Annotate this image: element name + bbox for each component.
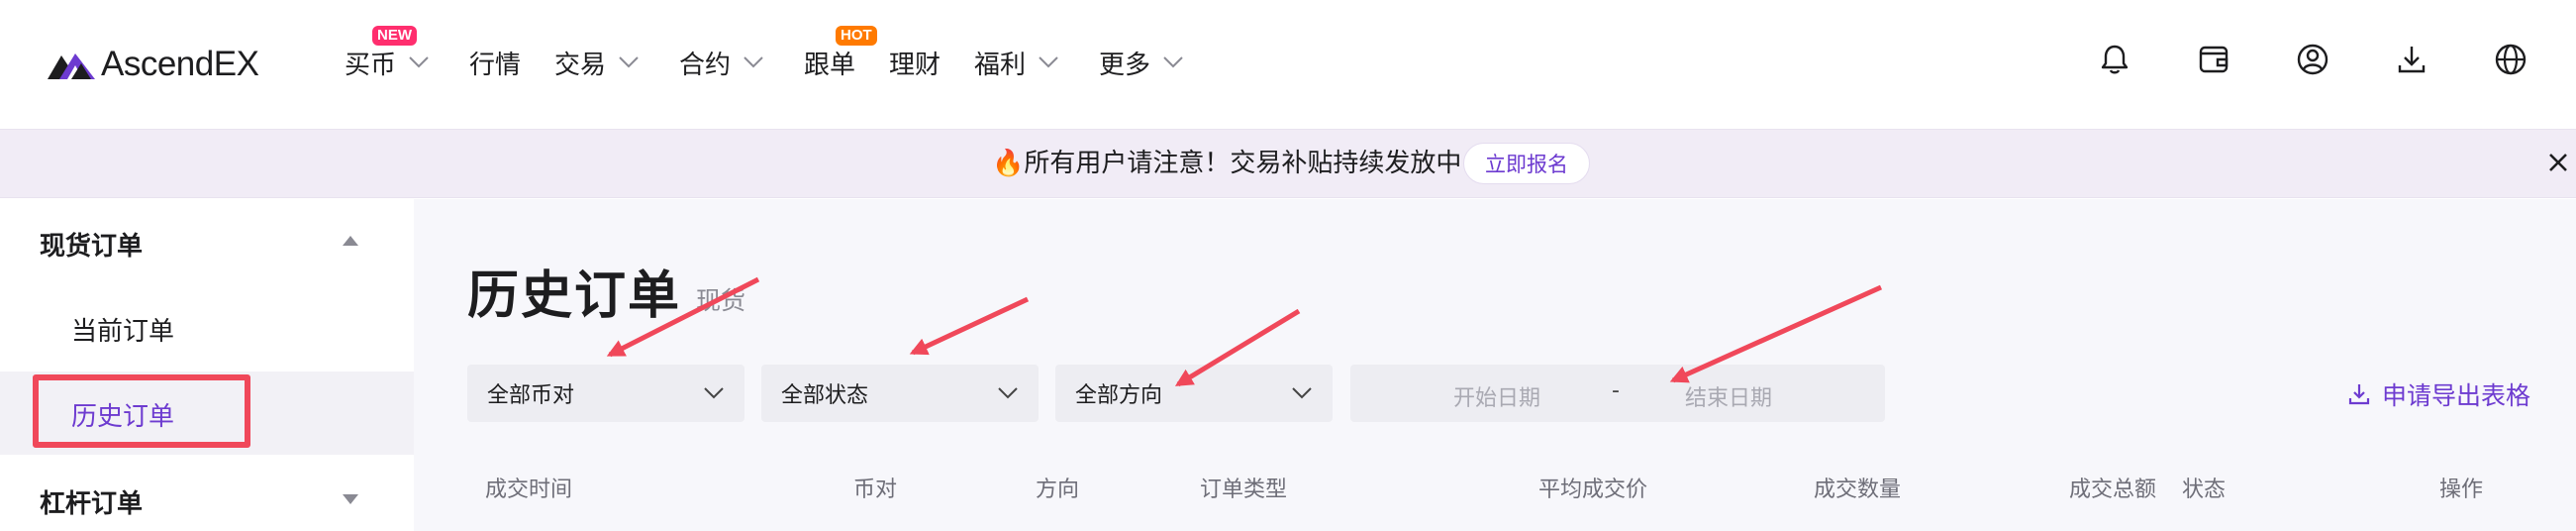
caret-down-icon[interactable]: [341, 492, 360, 506]
new-badge: NEW: [372, 26, 417, 46]
filter-value: 全部币对: [487, 383, 575, 408]
nav-buy-crypto[interactable]: 买币: [345, 43, 430, 82]
status-filter-select[interactable]: 全部状态: [761, 365, 1039, 422]
banner-text: 🔥所有用户请注意！交易补贴持续发放中: [992, 149, 1462, 178]
pair-filter-select[interactable]: 全部币对: [467, 365, 744, 422]
direction-filter-select[interactable]: 全部方向: [1055, 365, 1333, 422]
chevron-down-icon: [619, 56, 639, 68]
nav-copy-trading[interactable]: 跟单: [804, 43, 855, 82]
bell-icon: [2101, 45, 2129, 74]
export-table-link[interactable]: 申请导出表格: [2346, 376, 2530, 412]
wallet-icon: [2199, 46, 2229, 73]
sidebar-group-spot-orders[interactable]: 现货订单: [40, 226, 143, 263]
download-icon: [2398, 47, 2426, 73]
sign-up-now-button[interactable]: 立即报名: [1463, 143, 1590, 184]
col-header-actions: 操作: [2439, 478, 2484, 502]
nav-earn[interactable]: 理财: [889, 43, 941, 82]
col-header-order-type: 订单类型: [1200, 478, 1288, 502]
ascendex-logo[interactable]: AscendEX: [46, 40, 259, 89]
close-icon[interactable]: [2542, 147, 2574, 178]
col-header-trade-time: 成交时间: [485, 478, 573, 502]
nav-item-label: 跟单: [804, 50, 856, 80]
annotation-highlight-box: [33, 374, 250, 448]
nav-item-label: 行情: [469, 50, 522, 80]
announcement-banner: 🔥所有用户请注意！交易补贴持续发放中: [0, 129, 2576, 198]
col-header-filled-qty: 成交数量: [1814, 478, 1902, 502]
date-separator: -: [1612, 378, 1620, 403]
col-header-side: 方向: [1036, 478, 1080, 502]
chevron-down-icon: [1163, 56, 1183, 68]
start-date-input[interactable]: 开始日期: [1453, 380, 1540, 412]
download-icon: [2348, 384, 2370, 405]
caret-up-icon[interactable]: [341, 234, 360, 248]
notifications-button[interactable]: [2095, 40, 2134, 79]
language-button[interactable]: [2491, 40, 2530, 79]
globe-icon: [2495, 44, 2526, 75]
brand-name: AscendEX: [101, 45, 259, 83]
col-header-status: 状态: [2182, 478, 2227, 502]
nav-more[interactable]: 更多: [1099, 43, 1184, 82]
nav-rewards[interactable]: 福利: [974, 43, 1059, 82]
nav-item-label: 买币: [345, 50, 397, 80]
col-header-avg-price: 平均成交价: [1538, 478, 1648, 502]
sidebar-item-open-orders[interactable]: 当前订单: [71, 311, 174, 348]
col-header-pair: 币对: [853, 478, 898, 502]
wallet-button[interactable]: [2194, 40, 2233, 79]
chevron-down-icon: [998, 387, 1018, 399]
chevron-down-icon: [1039, 56, 1058, 68]
col-header-total: 成交总额: [2069, 478, 2157, 502]
page-subtitle: 现货: [696, 286, 746, 315]
filter-value: 全部状态: [781, 383, 869, 408]
nav-futures[interactable]: 合约: [679, 43, 764, 82]
nav-item-label: 更多: [1099, 50, 1151, 80]
chevron-down-icon: [743, 56, 763, 68]
top-navbar: AscendEX 买币 NEW 行情 交易 合约 跟单 HOT 理财 福利 更多: [0, 0, 2576, 129]
export-label: 申请导出表格: [2382, 381, 2531, 410]
user-icon: [2297, 44, 2328, 75]
page-title: 历史订单: [467, 266, 682, 326]
nav-item-label: 合约: [679, 50, 732, 80]
chevron-down-icon: [704, 387, 724, 399]
download-app-button[interactable]: [2392, 40, 2431, 79]
logo-mark-icon: [48, 53, 95, 79]
nav-trade[interactable]: 交易: [554, 43, 640, 82]
chevron-down-icon: [1292, 387, 1312, 399]
hot-badge: HOT: [836, 26, 877, 46]
sidebar-group-margin-orders[interactable]: 杠杆订单: [40, 483, 143, 520]
chevron-down-icon: [409, 56, 429, 68]
date-range-picker[interactable]: 开始日期 - 结束日期: [1350, 365, 1885, 422]
account-button[interactable]: [2293, 40, 2332, 79]
nav-markets[interactable]: 行情: [469, 43, 521, 82]
nav-item-label: 理财: [889, 50, 941, 80]
nav-item-label: 福利: [974, 50, 1027, 80]
filter-value: 全部方向: [1075, 383, 1163, 408]
nav-item-label: 交易: [554, 50, 607, 80]
end-date-input[interactable]: 结束日期: [1685, 380, 1772, 412]
